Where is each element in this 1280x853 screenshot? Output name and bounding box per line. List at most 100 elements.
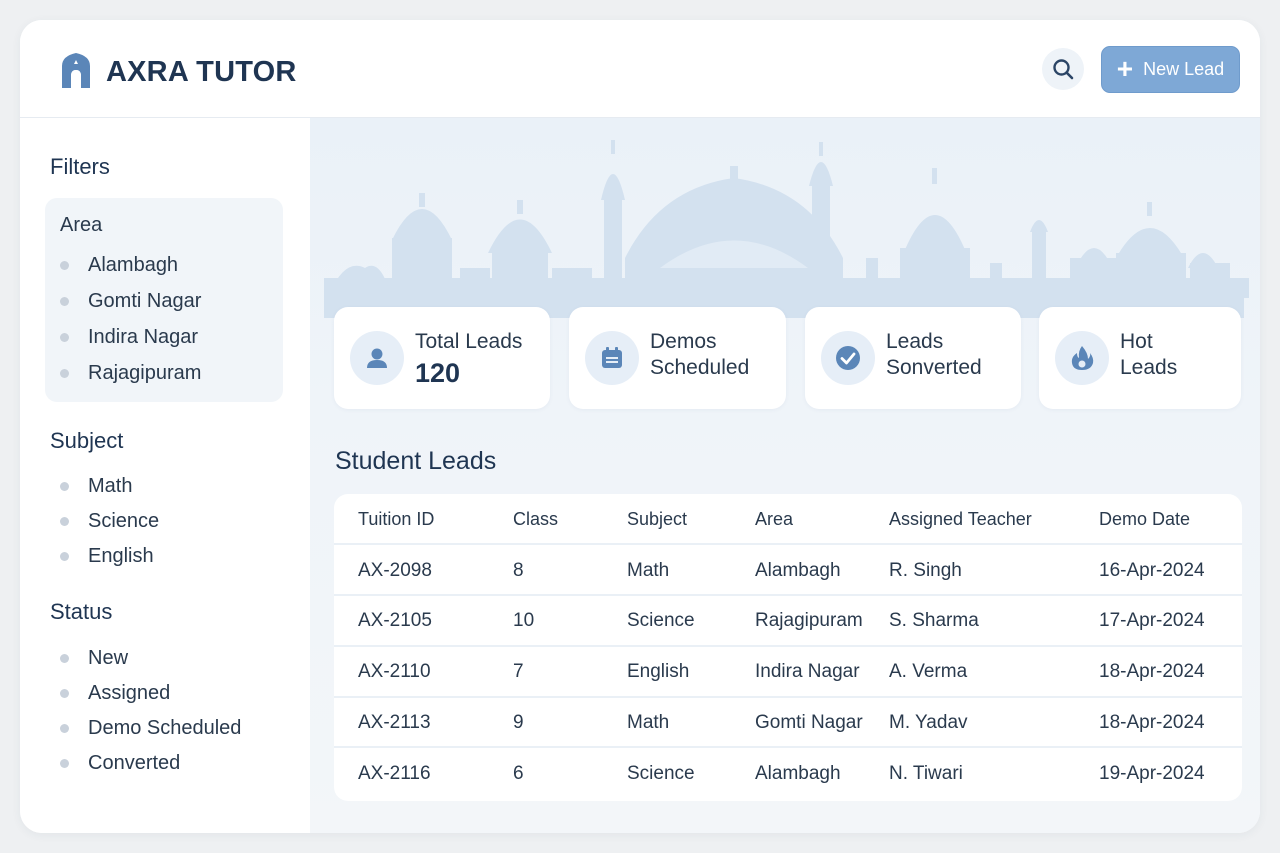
area-filter-label: Area xyxy=(60,214,103,236)
cell-subject: Math xyxy=(627,559,670,581)
filter-item-label: Converted xyxy=(88,752,181,774)
cell-assigned-teacher: A. Verma xyxy=(889,661,968,683)
card-icon-wrap xyxy=(350,331,404,385)
bullet-icon xyxy=(60,689,69,698)
cell-area: Indira Nagar xyxy=(755,661,860,683)
cell-tuition-id: AX-2098 xyxy=(358,559,432,581)
stat-card-total-leads[interactable]: Total Leads 120 xyxy=(334,307,550,409)
table-row[interactable]: AX-2113 9 Math Gomti Nagar M. Yadav 18-Apr-20… xyxy=(334,697,1242,749)
stat-card-leads-converted[interactable]: Leads Sonverted xyxy=(805,307,1021,409)
status-filter-title: Status xyxy=(50,599,113,624)
cell-class: 7 xyxy=(513,661,524,683)
cell-area: Gomti Nagar xyxy=(755,711,863,733)
filter-subject-english[interactable]: English xyxy=(60,545,154,568)
column-header-area[interactable]: Area xyxy=(755,494,793,545)
stat-label-line1: Hot xyxy=(1120,330,1153,353)
plus-icon: + xyxy=(1116,52,1134,84)
app-window: AXRA TUTOR + New Lead Filters Area Alamb… xyxy=(20,20,1260,833)
card-icon-wrap xyxy=(821,331,875,385)
cell-demo-date: 18-Apr-2024 xyxy=(1099,711,1205,733)
cell-assigned-teacher: R. Singh xyxy=(889,559,962,581)
axra-logo-icon xyxy=(62,53,90,88)
stat-card-demos-scheduled[interactable]: Demos Scheduled xyxy=(569,307,786,409)
filter-subject-math[interactable]: Math xyxy=(60,475,132,498)
column-header-demo-date[interactable]: Demo Date xyxy=(1099,494,1190,545)
filter-item-label: New xyxy=(88,647,129,669)
filter-area-indira-nagar[interactable]: Indira Nagar xyxy=(60,326,198,349)
filter-status-assigned[interactable]: Assigned xyxy=(60,682,170,705)
filter-item-label: Assigned xyxy=(88,682,171,704)
filter-status-new[interactable]: New xyxy=(60,647,128,670)
filter-subject-science[interactable]: Science xyxy=(60,510,159,533)
filter-item-label: Demo Scheduled xyxy=(88,717,242,739)
student-leads-title: Student Leads xyxy=(335,447,497,475)
cell-class: 9 xyxy=(513,711,524,733)
cell-subject: Math xyxy=(627,711,670,733)
filter-item-label: Rajagipuram xyxy=(88,362,202,384)
bullet-icon xyxy=(60,759,69,768)
stat-value: 120 xyxy=(415,358,461,388)
cell-area: Alambagh xyxy=(755,559,841,581)
cell-class: 6 xyxy=(513,762,524,784)
table-row[interactable]: AX-2116 6 Science Alambagh N. Tiwari 19-Apr-2… xyxy=(334,748,1242,799)
cell-subject: Science xyxy=(627,762,695,784)
stat-card-hot-leads[interactable]: Hot Leads xyxy=(1039,307,1241,409)
bullet-icon xyxy=(60,369,69,378)
filter-area-gomti-nagar[interactable]: Gomti Nagar xyxy=(60,290,201,313)
cell-class: 10 xyxy=(513,610,535,632)
stat-label-line1: Demos xyxy=(650,330,717,353)
column-header-tuition-id[interactable]: Tuition ID xyxy=(358,494,434,545)
filter-area-rajagipuram[interactable]: Rajagipuram xyxy=(60,362,201,385)
cell-area: Alambagh xyxy=(755,762,841,784)
cell-assigned-teacher: M. Yadav xyxy=(889,711,968,733)
table-header-row: Tuition ID Class Subject Area Assigned T… xyxy=(334,494,1242,545)
bullet-icon xyxy=(60,261,69,270)
card-icon-wrap xyxy=(1055,331,1109,385)
top-bar: AXRA TUTOR + New Lead xyxy=(20,20,1260,118)
column-header-class[interactable]: Class xyxy=(513,494,558,545)
search-button[interactable] xyxy=(1042,48,1084,90)
city-skyline-illustration xyxy=(324,140,1249,318)
table-row[interactable]: AX-2110 7 English Indira Nagar A. Verma 18-Ap… xyxy=(334,647,1242,698)
cell-subject: Science xyxy=(627,610,695,632)
flame-icon xyxy=(1071,346,1094,370)
stat-label-line2: Leads xyxy=(1120,356,1178,379)
stat-label: Total Leads xyxy=(415,330,523,353)
brand-title: AXRA TUTOR xyxy=(106,56,297,88)
filter-status-demo-scheduled[interactable]: Demo Scheduled xyxy=(60,717,241,740)
filter-status-converted[interactable]: Converted xyxy=(60,752,180,775)
stat-label: Leads Sonverted xyxy=(886,329,982,381)
filter-item-label: Indira Nagar xyxy=(88,326,199,348)
table-row[interactable]: AX-2098 8 Math Alambagh R. Singh 16-Apr-2024 xyxy=(334,545,1242,596)
cell-subject: English xyxy=(627,661,690,683)
table-row[interactable]: AX-2105 10 Science Rajagipuram S. Sharma 17-A… xyxy=(334,596,1242,647)
cell-tuition-id: AX-2116 xyxy=(358,762,431,784)
filter-item-label: Science xyxy=(88,510,160,532)
bullet-icon xyxy=(60,297,69,306)
filter-item-label: Alambagh xyxy=(88,254,179,276)
cell-tuition-id: AX-2113 xyxy=(358,711,431,733)
filters-title: Filters xyxy=(50,154,110,179)
column-header-subject[interactable]: Subject xyxy=(627,494,687,545)
bullet-icon xyxy=(60,654,69,663)
cell-demo-date: 17-Apr-2024 xyxy=(1099,610,1205,632)
filter-item-label: Math xyxy=(88,475,133,497)
card-icon-wrap xyxy=(585,331,639,385)
cell-assigned-teacher: S. Sharma xyxy=(889,610,979,632)
cell-area: Rajagipuram xyxy=(755,610,863,632)
bullet-icon xyxy=(60,517,69,526)
cell-demo-date: 19-Apr-2024 xyxy=(1099,762,1205,784)
cell-demo-date: 18-Apr-2024 xyxy=(1099,661,1205,683)
cell-assigned-teacher: N. Tiwari xyxy=(889,762,963,784)
filters-sidebar: Filters Area Alambagh Gomti Nagar Indira… xyxy=(20,118,310,833)
new-lead-button[interactable]: + New Lead xyxy=(1101,46,1240,93)
user-icon xyxy=(367,348,387,368)
bullet-icon xyxy=(60,333,69,342)
cell-class: 8 xyxy=(513,559,524,581)
new-lead-label: New Lead xyxy=(1143,59,1225,79)
column-header-assigned-teacher[interactable]: Assigned Teacher xyxy=(889,494,1032,545)
bullet-icon xyxy=(60,482,69,491)
stat-label: Demos Scheduled xyxy=(650,329,749,381)
filter-area-alambagh[interactable]: Alambagh xyxy=(60,254,178,277)
bullet-icon xyxy=(60,552,69,561)
